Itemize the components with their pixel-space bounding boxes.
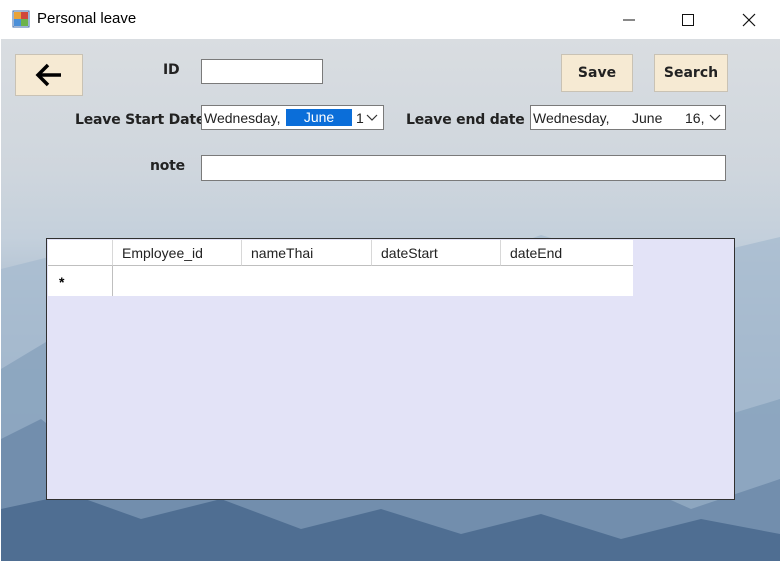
- note-label: note: [150, 158, 185, 174]
- start-day: 1: [356, 110, 364, 126]
- start-weekday: Wednesday,: [204, 110, 281, 126]
- row-header-corner: [48, 240, 113, 266]
- leave-data-grid[interactable]: Employee_id nameThai dateStart dateEnd *: [46, 238, 735, 500]
- title-bar: Personal leave: [0, 0, 781, 39]
- chevron-down-icon[interactable]: [366, 111, 378, 123]
- minimize-icon: [623, 19, 635, 20]
- arrow-left-icon: [35, 63, 61, 87]
- note-input[interactable]: [201, 155, 726, 181]
- end-month: June: [632, 110, 663, 126]
- grid-header-row: Employee_id nameThai dateStart dateEnd: [48, 240, 633, 266]
- column-header-date-start[interactable]: dateStart: [372, 240, 501, 266]
- app-icon: [12, 10, 30, 28]
- close-button[interactable]: [720, 0, 778, 39]
- minimize-button[interactable]: [600, 0, 658, 39]
- window-title: Personal leave: [37, 10, 137, 27]
- new-row-cells[interactable]: [113, 266, 633, 296]
- chevron-down-icon[interactable]: [709, 111, 721, 123]
- end-weekday: Wednesday,: [533, 110, 610, 126]
- id-input[interactable]: [201, 59, 323, 84]
- leave-end-date-label: Leave end date: [406, 112, 525, 128]
- grid-new-row[interactable]: *: [48, 266, 633, 296]
- start-month-selected: June: [286, 109, 352, 126]
- id-label: ID: [163, 62, 180, 78]
- close-icon: [742, 13, 756, 26]
- column-header-name-thai[interactable]: nameThai: [242, 240, 372, 266]
- form-client-area: ID Save Search Leave Start Date Wednesda…: [1, 39, 780, 561]
- maximize-button[interactable]: [659, 0, 717, 39]
- maximize-icon: [682, 13, 694, 26]
- back-button[interactable]: [15, 54, 83, 96]
- search-button[interactable]: Search: [654, 54, 728, 92]
- new-row-marker: *: [48, 266, 113, 296]
- end-day: 16,: [685, 110, 705, 126]
- save-button[interactable]: Save: [561, 54, 633, 92]
- leave-start-date-label: Leave Start Date: [75, 112, 206, 128]
- leave-start-date-picker[interactable]: Wednesday, June 1: [201, 105, 384, 130]
- leave-end-date-picker[interactable]: Wednesday, June 16,: [530, 105, 726, 130]
- column-header-employee-id[interactable]: Employee_id: [113, 240, 242, 266]
- column-header-date-end[interactable]: dateEnd: [501, 240, 633, 266]
